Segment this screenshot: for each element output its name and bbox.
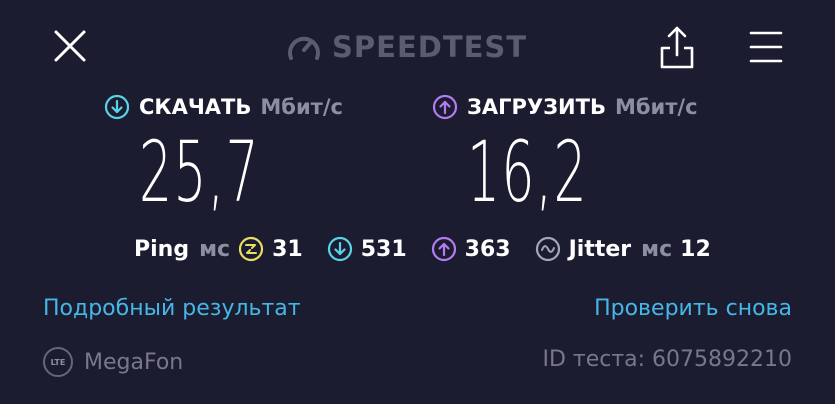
carrier-info: LTE MegaFon bbox=[43, 347, 183, 377]
menu-button[interactable] bbox=[747, 28, 785, 66]
ping-upload-value: 363 bbox=[464, 236, 511, 262]
share-button[interactable] bbox=[657, 24, 697, 70]
download-header: СКАЧАТЬ Мбит/с bbox=[104, 92, 343, 122]
share-icon bbox=[660, 26, 694, 69]
jitter-label: Jitter bbox=[568, 236, 632, 262]
upload-label: ЗАГРУЗИТЬ bbox=[467, 95, 606, 119]
jitter-icon bbox=[535, 236, 560, 262]
test-id: ID теста: 6075892210 bbox=[542, 347, 792, 372]
close-icon bbox=[54, 30, 86, 62]
speedtest-logo: SPEEDTEST bbox=[286, 28, 527, 66]
logo-text: SPEEDTEST bbox=[332, 30, 528, 64]
upload-latency-icon bbox=[431, 236, 456, 262]
ping-download-value: 531 bbox=[360, 236, 407, 262]
idle-latency-icon bbox=[239, 236, 264, 262]
download-label: СКАЧАТЬ bbox=[139, 95, 252, 119]
download-latency-icon bbox=[327, 236, 352, 262]
carrier-name: MegaFon bbox=[84, 349, 184, 375]
upload-arrow-icon bbox=[432, 94, 458, 120]
latency-stats: Ping мс 31 531 363 Jitter мс 12 bbox=[134, 233, 711, 265]
upload-unit: Мбит/с bbox=[614, 95, 698, 119]
close-button[interactable] bbox=[50, 26, 90, 66]
upload-header: ЗАГРУЗИТЬ Мбит/с bbox=[432, 92, 698, 122]
ping-label: Ping bbox=[134, 236, 190, 262]
download-arrow-icon bbox=[104, 94, 130, 120]
ping-idle-value: 31 bbox=[272, 236, 303, 262]
lte-badge-icon: LTE bbox=[43, 347, 73, 377]
menu-icon bbox=[749, 31, 783, 63]
upload-speed-value: 16,2 bbox=[467, 123, 588, 221]
ping-unit: мс bbox=[199, 236, 231, 262]
jitter-unit: мс bbox=[641, 236, 673, 262]
test-again-link[interactable]: Проверить снова bbox=[594, 296, 792, 321]
download-speed-value: 25,7 bbox=[139, 123, 260, 221]
gauge-icon bbox=[288, 36, 320, 60]
download-unit: Мбит/с bbox=[260, 95, 343, 119]
jitter-value: 12 bbox=[680, 236, 711, 262]
detailed-result-link[interactable]: Подробный результат bbox=[43, 296, 301, 321]
